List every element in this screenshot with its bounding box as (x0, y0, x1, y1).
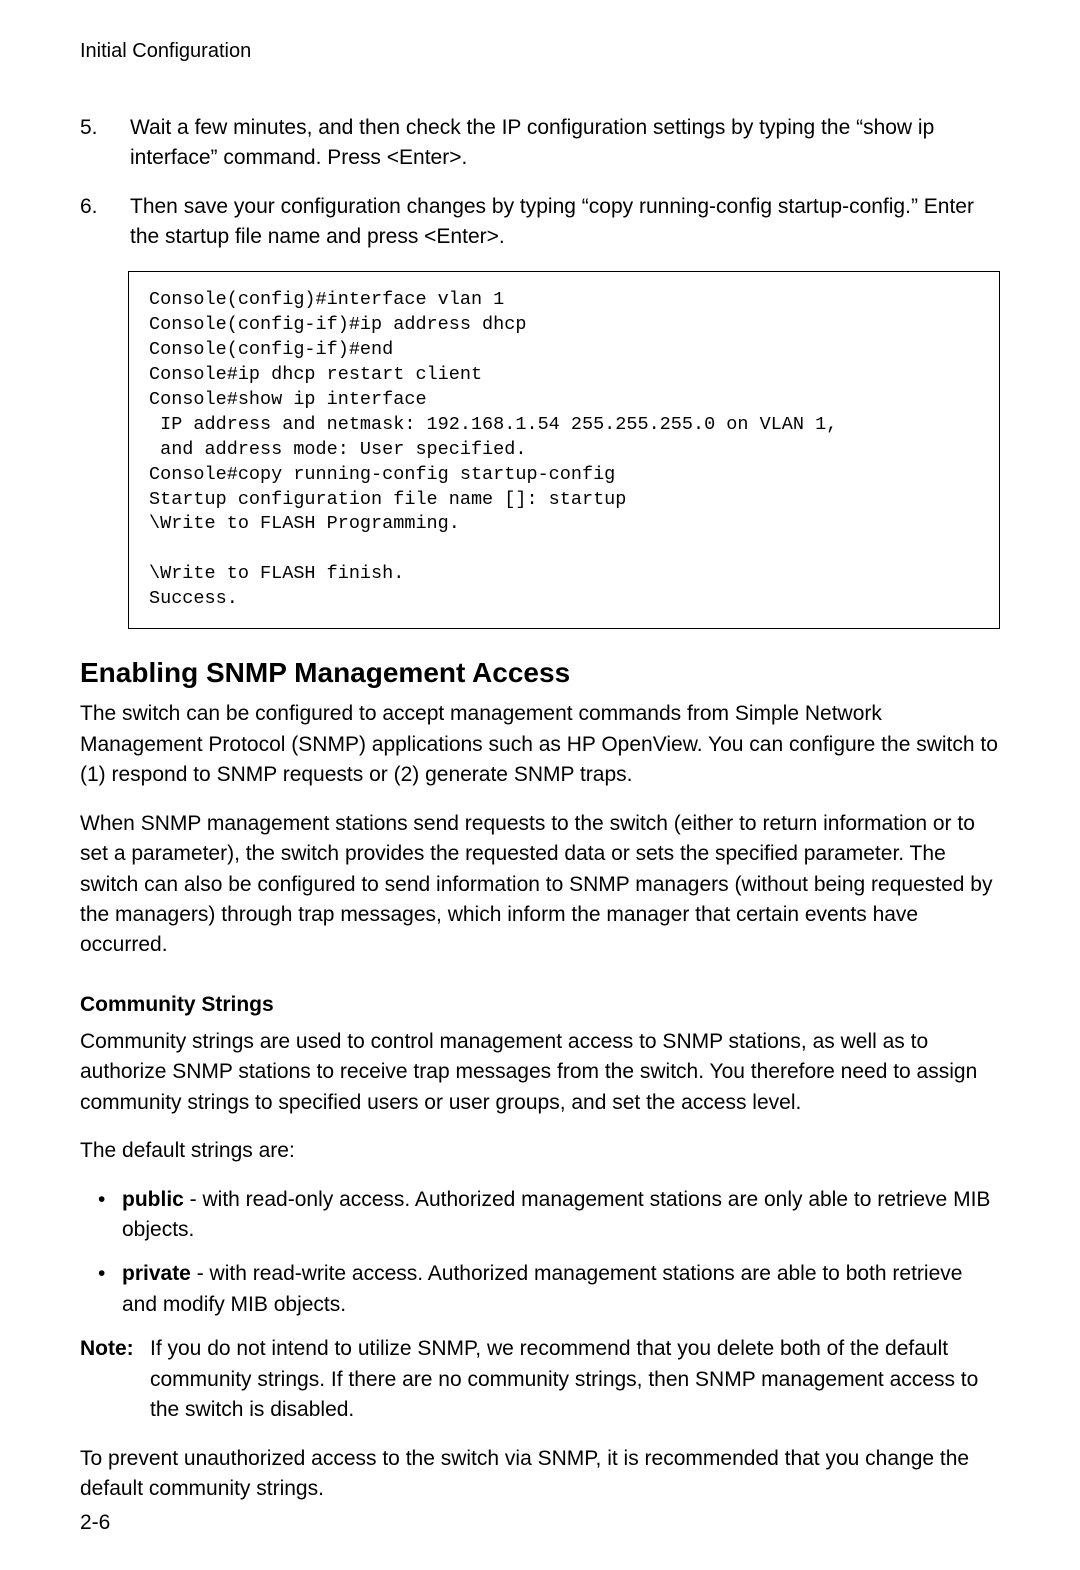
bullet-rest: - with read-write access. Authorized man… (122, 1262, 962, 1315)
step-number: 5. (80, 113, 130, 174)
default-strings-list: public - with read-only access. Authoriz… (80, 1185, 1000, 1321)
final-paragraph: To prevent unauthorized access to the sw… (80, 1444, 1000, 1505)
snmp-paragraph-1: The switch can be configured to accept m… (80, 699, 1000, 790)
list-item: public - with read-only access. Authoriz… (98, 1185, 1000, 1246)
note-text: If you do not intend to utilize SNMP, we… (150, 1334, 1000, 1425)
bullet-key: public (122, 1188, 184, 1211)
step-text: Then save your configuration changes by … (130, 192, 1000, 253)
bullet-key: private (122, 1262, 191, 1285)
note-block: Note: If you do not intend to utilize SN… (80, 1334, 1000, 1425)
section-heading: Enabling SNMP Management Access (80, 657, 1000, 689)
snmp-paragraph-2: When SNMP management stations send reque… (80, 809, 1000, 961)
page-container: Initial Configuration 5. Wait a few minu… (0, 0, 1080, 1570)
step-text: Wait a few minutes, and then check the I… (130, 113, 1000, 174)
page-number: 2-6 (80, 1511, 110, 1535)
note-label: Note: (80, 1334, 150, 1425)
header-title: Initial Configuration (80, 40, 1000, 63)
step-5: 5. Wait a few minutes, and then check th… (80, 113, 1000, 174)
community-strings-paragraph-2: The default strings are: (80, 1136, 1000, 1166)
list-item: private - with read-write access. Author… (98, 1259, 1000, 1320)
community-strings-paragraph-1: Community strings are used to control ma… (80, 1027, 1000, 1118)
bullet-rest: - with read-only access. Authorized mana… (122, 1188, 990, 1241)
subsection-heading: Community Strings (80, 993, 1000, 1017)
step-6: 6. Then save your configuration changes … (80, 192, 1000, 253)
console-output: Console(config)#interface vlan 1 Console… (128, 271, 1000, 630)
step-number: 6. (80, 192, 130, 253)
